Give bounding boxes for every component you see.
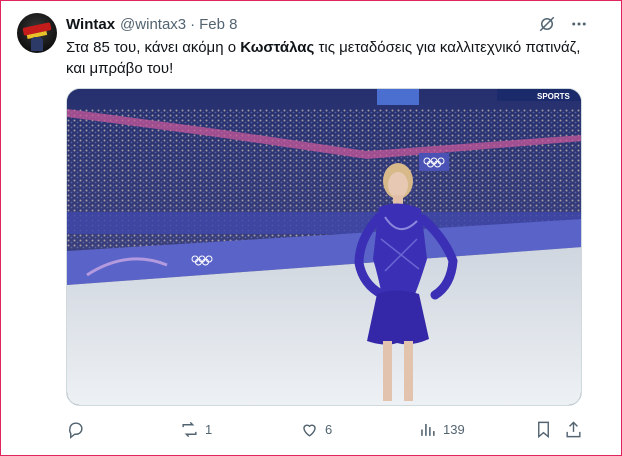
- grok-icon[interactable]: [537, 14, 557, 34]
- sports-sign: SPORTS: [537, 92, 571, 101]
- tweet-text: Στα 85 του, κάνει ακόμη ο Κωστάλας τις μ…: [66, 37, 586, 79]
- retweet-count: 1: [205, 422, 213, 437]
- more-icon[interactable]: [569, 14, 589, 34]
- olympic-rings-icon: [419, 153, 449, 171]
- tweet-top-actions: [537, 14, 589, 34]
- jumbotron: [377, 89, 419, 105]
- skating-photo: SPORTS: [67, 89, 581, 405]
- retweet-button[interactable]: 1: [180, 420, 212, 439]
- retweet-icon: [182, 421, 197, 438]
- share-button[interactable]: [564, 420, 583, 439]
- analytics-icon: [421, 423, 435, 436]
- reply-button[interactable]: [66, 420, 91, 439]
- like-count: 6: [325, 422, 333, 437]
- view-count: 139: [443, 422, 465, 437]
- tweet-media-image[interactable]: SPORTS: [66, 88, 582, 406]
- bookmark-icon: [538, 421, 549, 439]
- tweet-actions-bar: 1 6 139: [58, 420, 588, 442]
- author-handle[interactable]: @wintax3: [120, 16, 186, 33]
- share-icon: [566, 421, 581, 438]
- tweet-date[interactable]: Feb 8: [199, 16, 237, 33]
- author-name[interactable]: Wintax: [66, 16, 115, 33]
- reply-icon: [69, 422, 83, 439]
- separator-dot: ·: [190, 15, 196, 33]
- heart-icon: [303, 424, 316, 437]
- views-button[interactable]: 139: [418, 420, 465, 439]
- bookmark-button[interactable]: [534, 420, 553, 439]
- like-button[interactable]: 6: [300, 420, 332, 439]
- tweet-header: Wintax @wintax3 · Feb 8: [66, 14, 238, 34]
- avatar-figure: [31, 37, 43, 51]
- avatar[interactable]: [17, 13, 57, 53]
- tweet-text-part1: Στα 85 του, κάνει ακόμη ο: [66, 39, 241, 56]
- tweet-text-bold: Κωστάλας: [240, 39, 315, 56]
